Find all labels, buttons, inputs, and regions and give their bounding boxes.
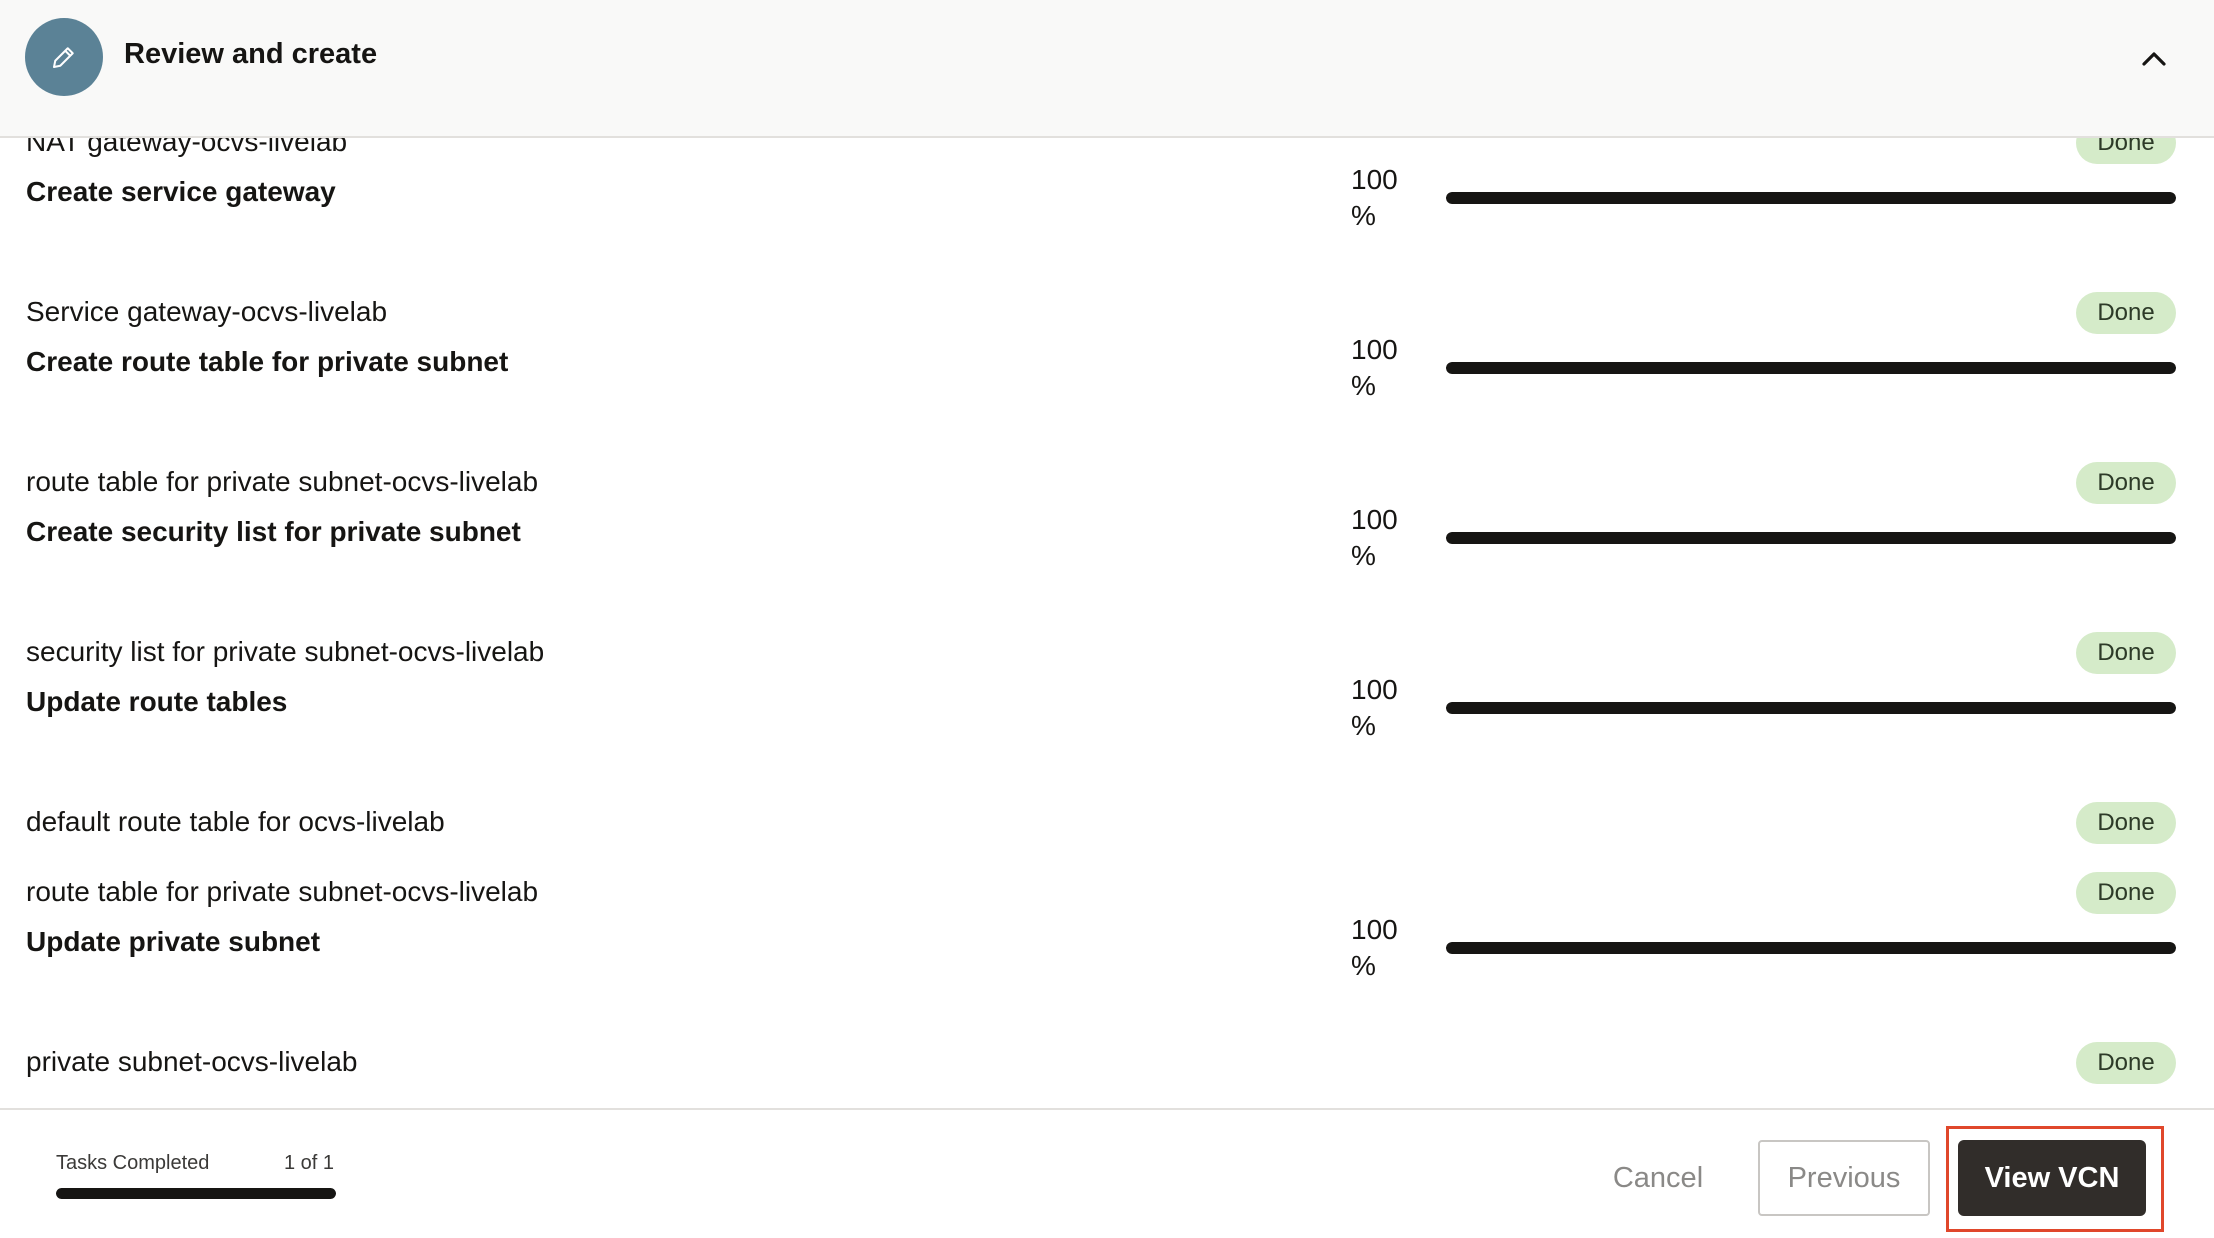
- previous-button[interactable]: Previous: [1758, 1140, 1930, 1216]
- percent-unit: %: [1351, 540, 1376, 571]
- resource-name: route table for private subnet-ocvs-live…: [26, 466, 539, 497]
- task-progress-bar: [1446, 192, 2176, 204]
- view-vcn-button[interactable]: View VCN: [1958, 1140, 2146, 1216]
- task-name: Create security list for private subnet: [26, 516, 521, 547]
- resource-row: route table for private subnet-ocvs-live…: [0, 458, 2214, 508]
- percent-value: 100: [1351, 334, 1398, 365]
- percent-value: 100: [1351, 164, 1398, 195]
- task-percent: 100 %: [1351, 912, 1411, 984]
- task-row: Create security list for private subnet …: [0, 502, 2214, 571]
- section-title: Review and create: [124, 38, 378, 70]
- task-row: Update route tables 100 %: [0, 672, 2214, 741]
- task-row: Create route table for private subnet 10…: [0, 332, 2214, 401]
- task-progress-bar: [1446, 362, 2176, 374]
- status-badge: Done: [2076, 1042, 2176, 1084]
- resource-row: security list for private subnet-ocvs-li…: [0, 628, 2214, 678]
- tasks-completed-progress-fill: [56, 1188, 336, 1199]
- task-name: Create route table for private subnet: [26, 346, 509, 377]
- task-list[interactable]: NAT gateway-ocvs-livelab Done Create ser…: [0, 138, 2214, 1108]
- task-progress-fill: [1446, 362, 2176, 374]
- review-create-header: Review and create: [0, 0, 2214, 138]
- status-badge: Done: [2076, 462, 2176, 504]
- task-percent: 100 %: [1351, 332, 1411, 404]
- task-progress-fill: [1446, 192, 2176, 204]
- percent-unit: %: [1351, 200, 1376, 231]
- task-name: Update private subnet: [26, 926, 321, 957]
- task-percent: 100 %: [1351, 162, 1411, 234]
- percent-unit: %: [1351, 370, 1376, 401]
- resource-row: private subnet-ocvs-livelab Done: [0, 1038, 2214, 1088]
- resource-name: route table for private subnet-ocvs-live…: [26, 876, 539, 907]
- percent-unit: %: [1351, 950, 1376, 981]
- percent-value: 100: [1351, 914, 1398, 945]
- task-name: Update route tables: [26, 686, 288, 717]
- status-badge: Done: [2076, 802, 2176, 844]
- task-name: Create service gateway: [26, 176, 336, 207]
- cancel-button[interactable]: Cancel: [1598, 1140, 1718, 1216]
- resource-name: NAT gateway-ocvs-livelab: [26, 138, 348, 157]
- wizard-footer: Tasks Completed 1 of 1 Cancel Previous V…: [0, 1108, 2214, 1238]
- status-badge: Done: [2076, 872, 2176, 914]
- task-progress-bar: [1446, 702, 2176, 714]
- pencil-icon: [53, 47, 74, 68]
- resource-row: route table for private subnet-ocvs-live…: [0, 868, 2214, 918]
- percent-value: 100: [1351, 674, 1398, 705]
- tasks-completed-progress-bar: [56, 1188, 336, 1199]
- status-badge: Done: [2076, 138, 2176, 164]
- task-progress-fill: [1446, 702, 2176, 714]
- chevron-up-icon: [2142, 52, 2166, 66]
- tasks-completed-count: 1 of 1: [284, 1152, 335, 1174]
- status-badge: Done: [2076, 632, 2176, 674]
- resource-name: security list for private subnet-ocvs-li…: [26, 636, 545, 667]
- task-row: Create service gateway 100 %: [0, 162, 2214, 231]
- task-percent: 100 %: [1351, 502, 1411, 574]
- task-progress-fill: [1446, 532, 2176, 544]
- collapse-section-button[interactable]: [2130, 36, 2178, 80]
- tasks-completed-label: Tasks Completed: [56, 1152, 210, 1174]
- resource-name: private subnet-ocvs-livelab: [26, 1046, 358, 1077]
- step-indicator: [25, 18, 103, 96]
- task-progress-fill: [1446, 942, 2176, 954]
- resource-row: Service gateway-ocvs-livelab Done: [0, 288, 2214, 338]
- task-percent: 100 %: [1351, 672, 1411, 744]
- task-row: Update private subnet 100 %: [0, 912, 2214, 981]
- percent-unit: %: [1351, 710, 1376, 741]
- task-progress-bar: [1446, 942, 2176, 954]
- resource-name: Service gateway-ocvs-livelab: [26, 296, 388, 327]
- resource-row: default route table for ocvs-livelab Don…: [0, 798, 2214, 848]
- percent-value: 100: [1351, 504, 1398, 535]
- task-progress-bar: [1446, 532, 2176, 544]
- resource-name: default route table for ocvs-livelab: [26, 806, 445, 837]
- status-badge: Done: [2076, 292, 2176, 334]
